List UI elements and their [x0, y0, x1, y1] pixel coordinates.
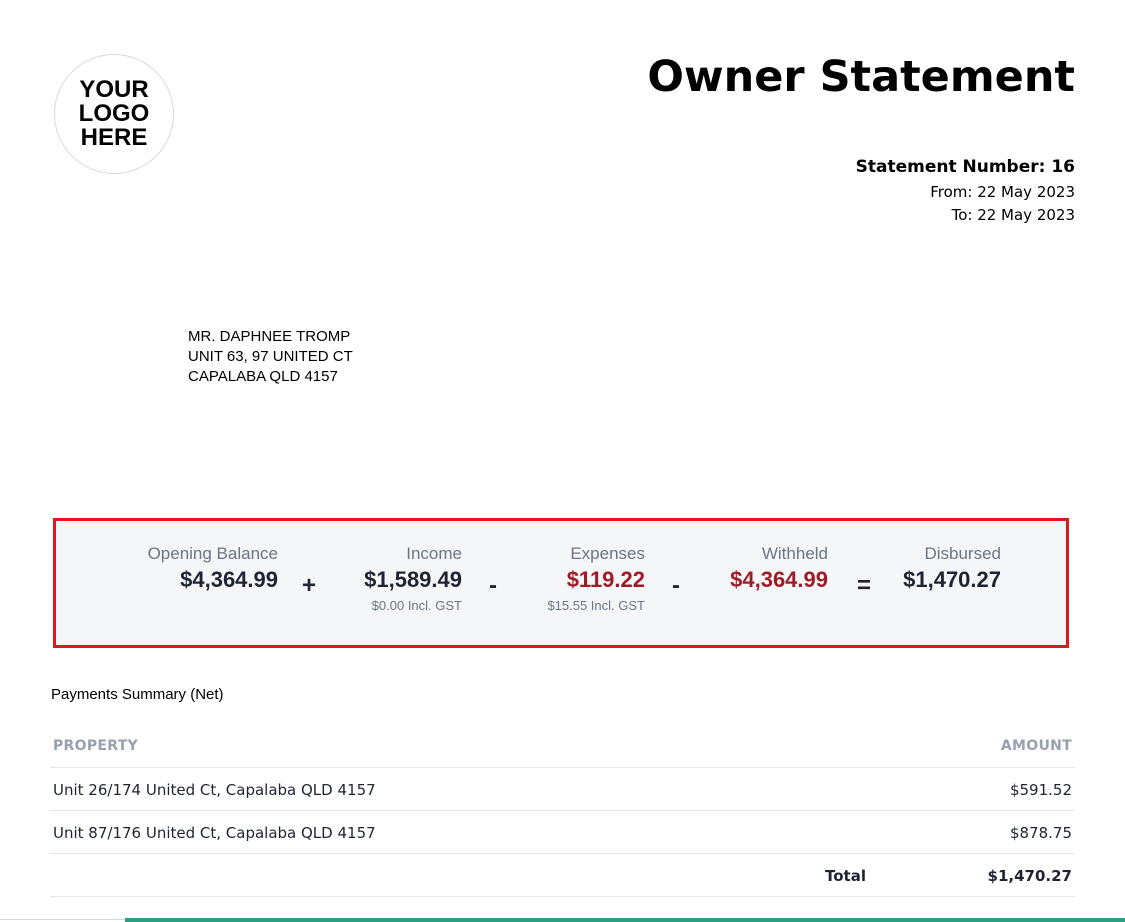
column-header-property: PROPERTY: [53, 738, 139, 754]
withheld-label: Withheld: [761, 544, 828, 563]
balance-summary-panel: Opening Balance $4,364.99 + Income $1,58…: [53, 518, 1069, 648]
income-gst: $0.00 Incl. GST: [371, 598, 462, 613]
amount-cell: $591.52: [1009, 781, 1072, 799]
expenses-label: Expenses: [570, 544, 645, 563]
table-row: Unit 87/176 United Ct, Capalaba QLD 4157…: [50, 811, 1075, 854]
property-cell: Unit 87/176 United Ct, Capalaba QLD 4157: [53, 824, 376, 842]
expenses-block: Expenses $119.22 $15.55 Incl. GST: [547, 543, 645, 617]
address-line-street: UNIT 63, 97 UNITED CT: [188, 348, 353, 365]
company-logo: YOUR LOGO HERE: [54, 54, 174, 174]
address-line-name: MR. DAPHNEE TROMP: [188, 328, 351, 345]
total-label: Total: [825, 867, 866, 885]
expenses-gst: $15.55 Incl. GST: [547, 598, 645, 613]
total-amount: $1,470.27: [987, 867, 1072, 885]
withheld-block: Withheld $4,364.99: [730, 543, 828, 595]
amount-cell: $878.75: [1009, 824, 1072, 842]
payments-summary-title: Payments Summary (Net): [51, 686, 224, 703]
disbursed-value: $1,470.27: [903, 567, 1001, 592]
page-title: Owner Statement: [647, 52, 1075, 102]
statement-number: Statement Number: 16: [855, 157, 1075, 177]
expenses-value: $119.22: [566, 567, 645, 592]
minus-operator-withheld: -: [672, 572, 680, 599]
page-bottom-accent-bar: [125, 918, 1125, 922]
opening-balance-block: Opening Balance $4,364.99: [148, 543, 278, 595]
logo-text: YOUR LOGO HERE: [78, 76, 150, 151]
opening-balance-value: $4,364.99: [180, 567, 278, 592]
opening-balance-label: Opening Balance: [147, 544, 278, 563]
owner-address: MR. DAPHNEE TROMP UNIT 63, 97 UNITED CT …: [188, 327, 353, 387]
disbursed-label: Disbursed: [924, 544, 1001, 563]
payments-table: PROPERTY AMOUNT Unit 26/174 United Ct, C…: [50, 727, 1075, 897]
page-bottom-divider: [0, 919, 125, 920]
income-label: Income: [406, 544, 462, 563]
income-value: $1,589.49: [364, 567, 462, 592]
statement-to-date: To: 22 May 2023: [951, 206, 1075, 224]
plus-operator: +: [301, 572, 316, 599]
column-header-amount: AMOUNT: [1000, 738, 1072, 754]
statement-from-date: From: 22 May 2023: [930, 183, 1075, 201]
table-row: Unit 26/174 United Ct, Capalaba QLD 4157…: [50, 768, 1075, 811]
income-block: Income $1,589.49 $0.00 Incl. GST: [364, 543, 462, 617]
equals-operator: =: [856, 572, 871, 599]
minus-operator-expenses: -: [489, 572, 497, 599]
disbursed-block: Disbursed $1,470.27: [903, 543, 1001, 595]
table-total-row: Total $1,470.27: [50, 854, 1075, 897]
table-header-row: PROPERTY AMOUNT: [50, 727, 1075, 768]
property-cell: Unit 26/174 United Ct, Capalaba QLD 4157: [53, 781, 376, 799]
withheld-value: $4,364.99: [730, 567, 828, 592]
address-line-suburb: CAPALABA QLD 4157: [188, 368, 338, 385]
